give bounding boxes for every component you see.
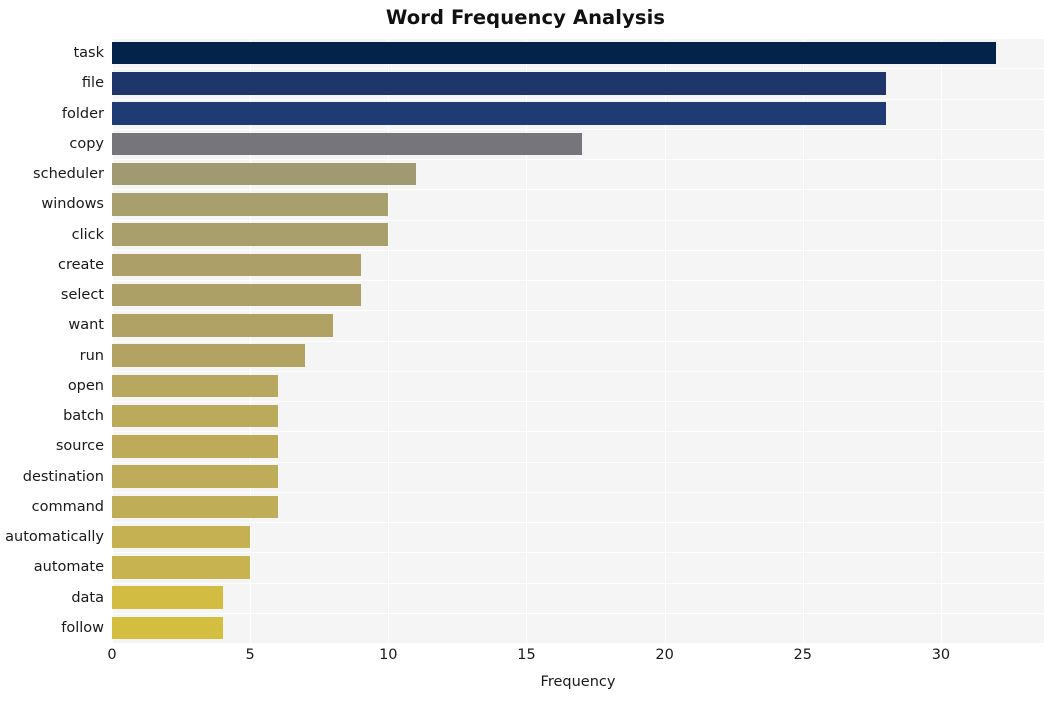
bar-destination [112,465,278,488]
bar-automatically [112,525,251,549]
gridline-horizontal [112,98,1044,100]
chart-title: Word Frequency Analysis [385,6,666,29]
x-tick-label-15: 15 [517,647,536,663]
y-tick-label-folder: folder [61,105,104,122]
bar-automate [112,556,251,579]
bar-row [112,162,1044,186]
x-tick-label-10: 10 [379,647,398,663]
bar-row [112,193,1044,216]
bar-row [112,102,1044,125]
y-tick-label-run: run [79,347,104,364]
bar-row [112,616,1044,640]
gridline-horizontal [112,522,1044,523]
bar-row [112,344,1044,367]
gridline-horizontal [112,340,1044,342]
gridline-horizontal [112,552,1044,554]
plot-area [112,38,1044,644]
gridline-horizontal [112,128,1044,130]
bar-row [112,525,1044,549]
bar-row [112,495,1044,519]
bar-open [112,374,278,398]
bar-select [112,283,361,307]
bar-row [112,223,1044,246]
y-tick-label-select: select [60,287,104,304]
gridline-horizontal [112,310,1044,312]
y-tick-label-automate: automate [33,559,104,576]
y-tick-label-source: source [55,438,104,455]
x-axis-tick-labels: 0 5 10 15 20 25 30 [107,647,1044,670]
y-tick-label-want: want [68,317,104,334]
x-tick-label-20: 20 [655,647,674,663]
bar-create [112,253,361,277]
y-tick-label-click: click [71,226,104,243]
y-tick-label-data: data [71,589,104,606]
gridline-horizontal [112,159,1044,160]
bar-windows [112,193,389,216]
bar-row [112,72,1044,95]
gridline-horizontal [112,189,1044,191]
y-tick-label-windows: windows [41,196,104,213]
bar-row [112,283,1044,307]
x-tick-label-0: 0 [107,647,117,663]
gridline-horizontal [112,461,1044,463]
bar-scheduler [112,162,416,186]
y-tick-label-file: file [81,75,104,92]
bar-click [112,223,389,246]
gridline-horizontal [112,431,1044,433]
bar-row [112,41,1044,65]
x-tick-label-5: 5 [245,647,255,663]
y-tick-label-copy: copy [69,135,104,152]
bar-row [112,435,1044,458]
bar-row [112,586,1044,609]
bar-run [112,344,306,367]
bar-row [112,374,1044,398]
gridline-horizontal [112,612,1044,614]
bar-row [112,556,1044,579]
y-tick-label-create: create [57,256,104,273]
gridline-horizontal [112,582,1044,584]
bar-row [112,253,1044,277]
gridline-horizontal [112,401,1044,402]
chart-figure: Word Frequency Analysis task file folder co… [0,0,1051,701]
y-axis-tick-labels: task file folder copy scheduler windows click c… [0,38,104,643]
x-tick-label-25: 25 [793,647,812,663]
bar-row [112,132,1044,156]
bar-copy [112,132,582,156]
gridline-horizontal [112,280,1044,281]
y-tick-label-open: open [67,377,104,394]
y-tick-label-follow: follow [61,619,104,636]
bar-follow [112,616,223,640]
gridline-horizontal [112,370,1044,372]
bar-data [112,586,223,609]
gridline-horizontal [112,38,1044,39]
x-tick-label-30: 30 [931,647,951,663]
bar-row [112,314,1044,337]
gridline-horizontal [112,491,1044,493]
bar-folder [112,102,886,125]
bar-command [112,495,278,519]
bar-task [112,41,997,65]
y-tick-label-batch: batch [63,408,104,425]
y-tick-label-automatically: automatically [5,529,104,546]
y-tick-label-command: command [31,498,104,515]
gridline-horizontal [112,68,1044,70]
gridline-horizontal [112,643,1044,644]
bar-source [112,435,278,458]
y-tick-label-destination: destination [22,468,104,485]
gridline-horizontal [112,249,1044,251]
bar-file [112,72,886,95]
bar-row [112,404,1044,428]
y-tick-label-scheduler: scheduler [33,166,104,183]
x-axis-label: Frequency [540,674,616,690]
bar-row [112,465,1044,488]
gridline-horizontal [112,219,1044,221]
y-tick-label-task: task [73,45,104,62]
bar-batch [112,404,278,428]
bar-want [112,314,334,337]
